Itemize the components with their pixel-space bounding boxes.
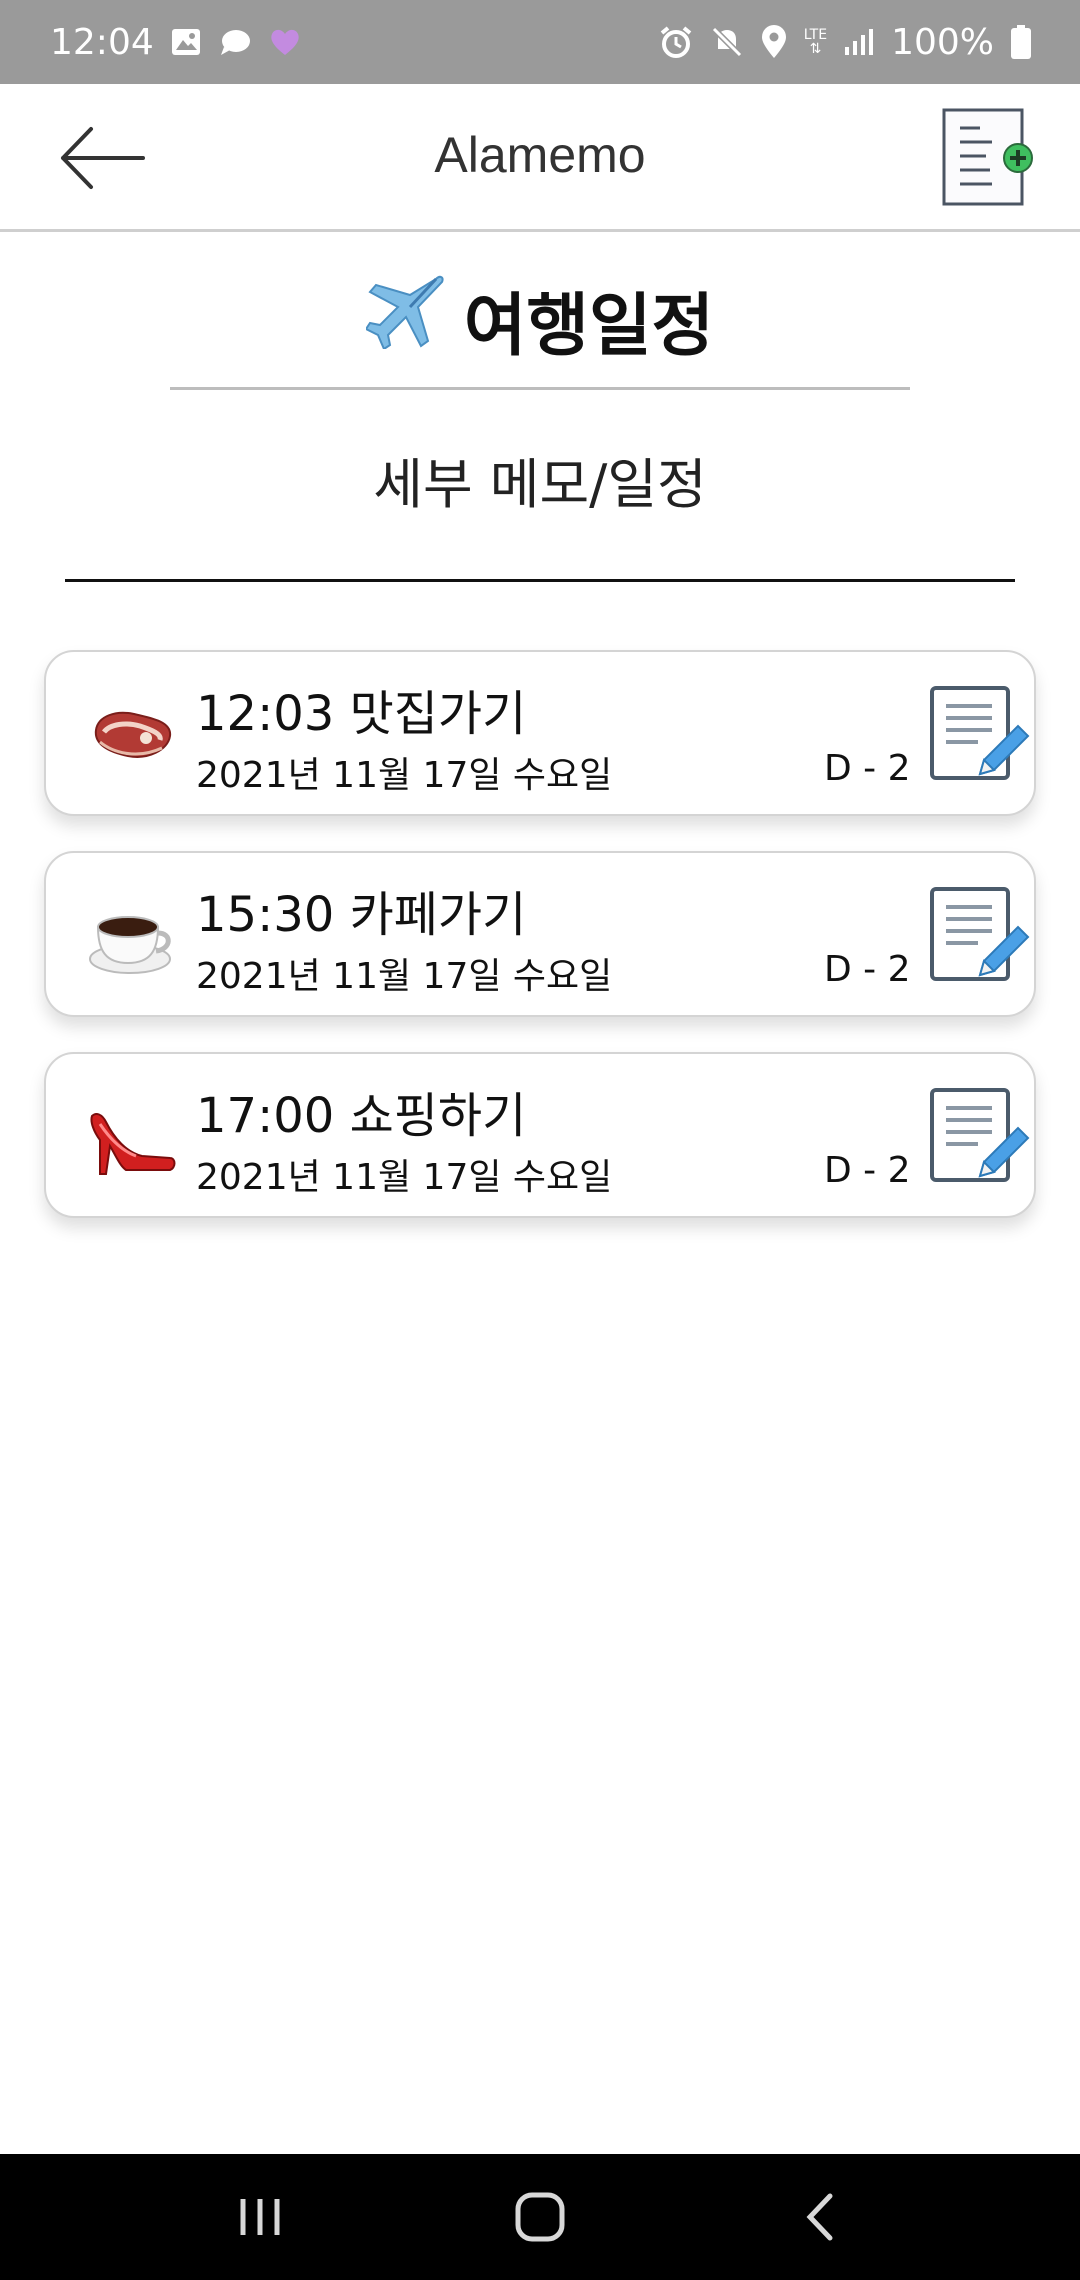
image-icon xyxy=(170,27,202,57)
high-heel-icon xyxy=(86,1092,178,1184)
schedule-date: 2021년 11월 17일 수요일 xyxy=(196,956,613,997)
edit-memo-icon xyxy=(930,887,1030,981)
edit-button[interactable] xyxy=(926,883,1032,989)
schedule-title: 15:30 카페가기 xyxy=(196,887,527,943)
home-icon xyxy=(515,2192,565,2242)
schedule-list: 12:03 맛집가기 2021년 11월 17일 수요일 D - 2 15:30… xyxy=(44,650,1036,1253)
page-title: 여행일정 xyxy=(463,286,715,366)
heading-divider xyxy=(170,387,910,390)
schedule-date: 2021년 11월 17일 수요일 xyxy=(196,755,613,796)
d-day-badge: D - 2 xyxy=(824,748,911,789)
schedule-title: 17:00 쇼핑하기 xyxy=(196,1088,527,1144)
schedule-title: 12:03 맛집가기 xyxy=(196,686,527,742)
battery-percent: 100% xyxy=(891,21,994,63)
edit-button[interactable] xyxy=(926,682,1032,788)
recent-apps-button[interactable] xyxy=(200,2172,320,2262)
system-nav-bar xyxy=(0,2154,1080,2280)
section-divider xyxy=(65,579,1015,582)
home-button[interactable] xyxy=(480,2172,600,2262)
page-heading: 여행일정 xyxy=(0,273,1080,366)
app-bar: Alamemo xyxy=(0,84,1080,232)
app-title: Alamemo xyxy=(434,127,646,183)
schedule-date: 2021년 11월 17일 수요일 xyxy=(196,1157,613,1198)
schedule-card[interactable]: 15:30 카페가기 2021년 11월 17일 수요일 D - 2 xyxy=(44,851,1036,1017)
page-subtitle: 세부 메모/일정 xyxy=(373,453,707,516)
schedule-card[interactable]: 17:00 쇼핑하기 2021년 11월 17일 수요일 D - 2 xyxy=(44,1052,1036,1218)
edit-memo-icon xyxy=(930,686,1030,780)
airplane-icon xyxy=(364,273,446,366)
battery-icon xyxy=(1010,24,1032,60)
add-memo-icon xyxy=(942,108,1033,206)
location-icon xyxy=(760,24,788,60)
schedule-card[interactable]: 12:03 맛집가기 2021년 11월 17일 수요일 D - 2 xyxy=(44,650,1036,816)
status-time: 12:04 xyxy=(50,21,154,63)
signal-icon xyxy=(843,27,875,57)
add-memo-button[interactable] xyxy=(940,106,1042,210)
nav-back-button[interactable] xyxy=(760,2172,880,2262)
steak-icon xyxy=(86,690,178,782)
recent-apps-icon xyxy=(240,2199,280,2235)
d-day-badge: D - 2 xyxy=(824,949,911,990)
edit-memo-icon xyxy=(930,1088,1030,1182)
coffee-icon xyxy=(86,891,178,983)
d-day-badge: D - 2 xyxy=(824,1150,911,1191)
lte-icon: LTE ⇅ xyxy=(803,27,828,57)
mute-icon xyxy=(710,25,744,59)
back-icon xyxy=(806,2193,833,2241)
edit-button[interactable] xyxy=(926,1084,1032,1190)
chat-bubble-icon xyxy=(218,27,252,57)
alarm-icon xyxy=(658,24,694,60)
status-bar: 12:04 LTE ⇅ 100% xyxy=(0,0,1080,84)
heart-icon xyxy=(268,27,302,57)
